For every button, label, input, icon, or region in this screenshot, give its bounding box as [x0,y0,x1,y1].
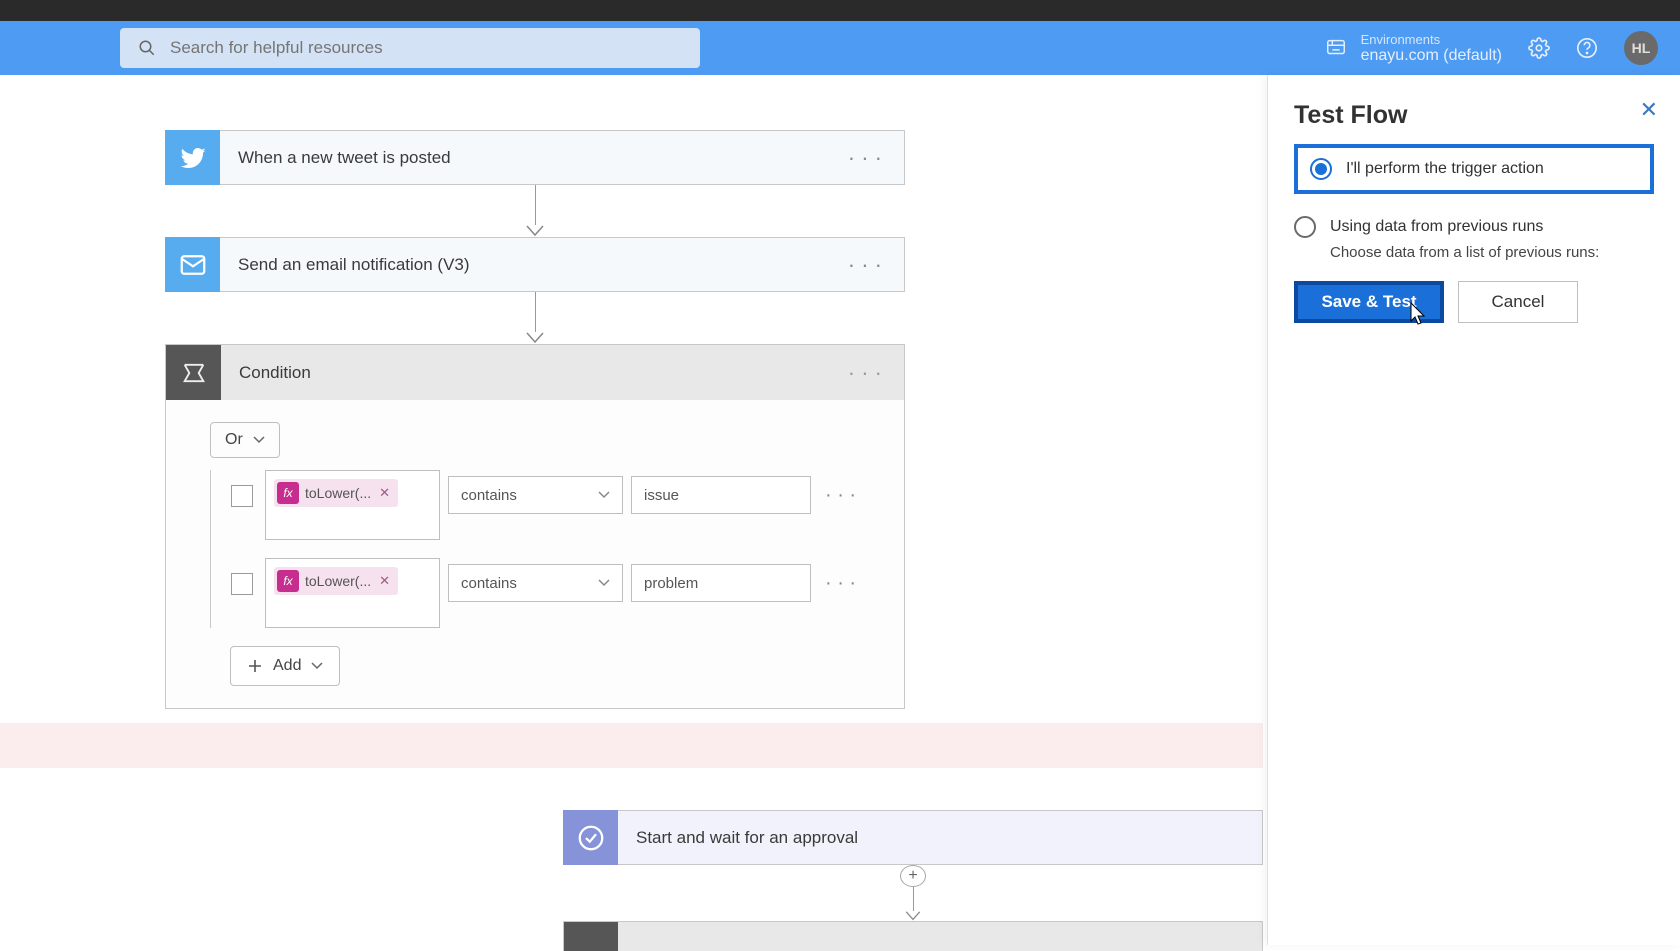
step-more-icon[interactable]: · · · [848,145,882,171]
environments-label: Environments [1361,32,1502,47]
environment-value: enayu.com (default) [1361,47,1502,65]
step-trigger-tweet[interactable]: When a new tweet is posted · · · [165,130,905,185]
add-row-button[interactable]: Add [230,646,340,686]
plus-icon [247,658,263,674]
token-text: toLower(... [305,573,371,589]
row-more-icon[interactable]: · · · [825,484,856,507]
token-remove-icon[interactable]: ✕ [377,485,392,501]
panel-title: Test Flow [1294,101,1654,130]
value-input[interactable] [631,564,811,602]
token-remove-icon[interactable]: ✕ [377,573,392,589]
environment-icon [1325,37,1347,59]
group-operator-select[interactable]: Or [210,422,280,458]
mail-icon [165,237,220,292]
chevron-down-icon [253,436,265,444]
app-header: Environments enayu.com (default) HL [0,21,1680,75]
test-flow-panel: Test Flow ✕ I'll perform the trigger act… [1267,75,1680,945]
avatar[interactable]: HL [1624,31,1658,65]
button-label: Save & Test [1321,292,1416,312]
row-checkbox[interactable] [231,485,253,507]
save-and-test-button[interactable]: Save & Test [1294,281,1444,323]
step-title: Send an email notification (V3) [220,255,904,275]
condition-icon [563,922,618,951]
chevron-down-icon [311,662,323,670]
condition-title: Condition [221,363,311,383]
step-send-email[interactable]: Send an email notification (V3) · · · [165,237,905,292]
button-label: Cancel [1492,292,1545,312]
flow-arrow [165,185,905,237]
gear-icon[interactable] [1528,37,1550,59]
add-label: Add [273,657,301,675]
fx-icon: fx [277,482,299,504]
approval-icon [563,810,618,865]
validation-band [0,723,1263,768]
fx-icon: fx [277,570,299,592]
value-input[interactable] [631,476,811,514]
step-title: Start and wait for an approval [618,828,1262,848]
condition-header[interactable]: Condition · · · [166,345,904,400]
expression-token[interactable]: fx toLower(... ✕ [274,567,398,595]
twitter-icon [165,130,220,185]
step-more-icon[interactable]: · · · [848,360,882,386]
token-text: toLower(... [305,485,371,501]
search-box[interactable] [120,28,700,68]
expression-field[interactable]: fx toLower(... ✕ [265,470,440,540]
flow-arrow: + [563,865,1263,921]
step-more-icon[interactable]: · · · [848,252,882,278]
radio-button[interactable] [1294,216,1316,238]
operator-value: contains [461,487,517,504]
step-title: When a new tweet is posted [220,148,904,168]
browser-chrome-bar [0,0,1680,21]
operator-select[interactable]: contains [448,564,623,602]
condition-row: fx toLower(... ✕ contains · · · [231,558,874,628]
add-step-button[interactable]: + [900,865,926,887]
search-icon [138,39,156,57]
close-icon[interactable]: ✕ [1640,97,1658,123]
cancel-button[interactable]: Cancel [1458,281,1578,323]
group-operator-label: Or [225,431,243,449]
search-input[interactable] [170,38,682,58]
option-label: Using data from previous runs [1330,218,1543,236]
flow-arrow [165,292,905,344]
option-label: I'll perform the trigger action [1346,160,1544,178]
chevron-down-icon [598,579,610,587]
condition-block: Condition · · · Or fx toLower(... [165,344,905,709]
condition-icon [166,345,221,400]
expression-field[interactable]: fx toLower(... ✕ [265,558,440,628]
step-approval[interactable]: Start and wait for an approval [563,810,1263,865]
option-previous-runs[interactable]: Using data from previous runs [1294,216,1654,238]
row-checkbox[interactable] [231,573,253,595]
condition-row: fx toLower(... ✕ contains · · · [231,470,874,540]
cursor-icon [1408,301,1430,327]
environment-picker[interactable]: Environments enayu.com (default) [1325,32,1502,65]
step-collapsed[interactable] [563,921,1263,951]
operator-value: contains [461,575,517,592]
option-manual-trigger[interactable]: I'll perform the trigger action [1294,144,1654,194]
row-more-icon[interactable]: · · · [825,572,856,595]
radio-button[interactable] [1310,158,1332,180]
option-subtext: Choose data from a list of previous runs… [1330,244,1654,261]
expression-token[interactable]: fx toLower(... ✕ [274,479,398,507]
help-icon[interactable] [1576,37,1598,59]
chevron-down-icon [598,491,610,499]
operator-select[interactable]: contains [448,476,623,514]
